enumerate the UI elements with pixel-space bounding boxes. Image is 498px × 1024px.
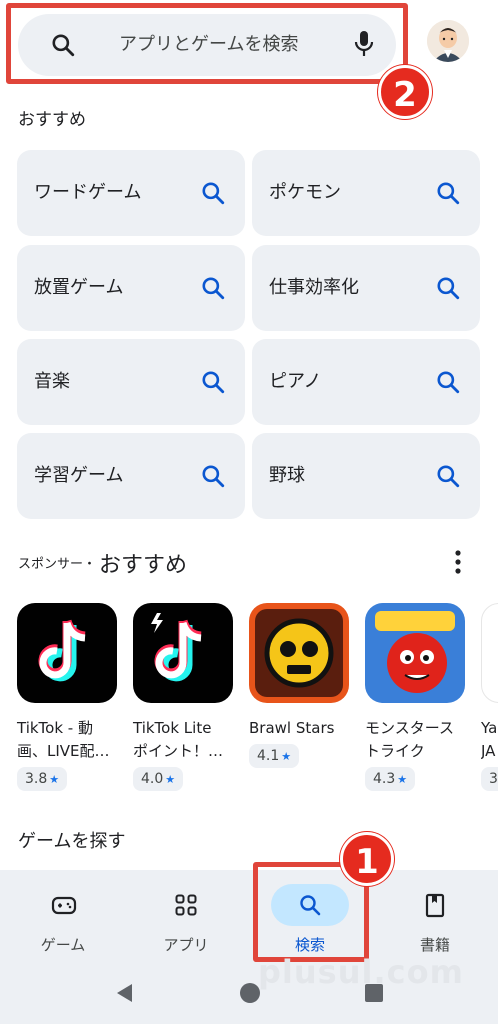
star-icon: ★ [165,773,176,786]
chip-label: ポケモン [269,182,341,203]
apps-grid-icon [175,894,197,916]
nav-apps-pill [147,884,225,926]
nav-games-pill [24,884,102,926]
search-icon [202,465,225,488]
chip-pokemon[interactable]: ポケモン [252,150,480,236]
tiktok-icon [17,603,117,703]
rating-badge: 3.8 ★ [17,767,68,791]
nav-books[interactable]: 書籍 [389,884,481,955]
rating-value: 4.1 [257,748,280,764]
chip-label: ピアノ [269,371,322,392]
app-card-tiktok[interactable]: TikTok - 動 画、LIVE配… 3.8 ★ [17,603,121,791]
chip-label: 学習ゲーム [34,465,124,486]
system-navigation [0,970,498,1024]
app-name: TikTok - 動 画、LIVE配… [17,719,110,760]
rating-badge: 3 [481,767,498,791]
brawl-stars-icon [249,603,349,703]
nav-apps-label: アプリ [163,936,209,954]
gamepad-icon [51,896,77,915]
app-name: Ya JA [481,719,498,760]
annotation-badge-2: 2 [378,65,432,119]
search-icon [202,182,225,205]
annotation-box-search [6,3,408,84]
rating-value: 4.0 [141,771,164,787]
annotation-badge-1: 1 [340,832,394,886]
nav-games[interactable]: ゲーム [17,884,109,955]
chip-label: 放置ゲーム [34,277,124,298]
nav-books-label: 書籍 [419,936,450,954]
nav-games-label: ゲーム [40,936,86,954]
star-icon: ★ [397,773,408,786]
home-icon[interactable] [239,982,261,1004]
chip-label: 仕事効率化 [269,277,359,298]
recommended-heading: おすすめ [18,110,86,130]
search-icon [202,371,225,394]
search-icon [437,371,460,394]
app-name: TikTok Lite ポイント！… [133,719,224,760]
star-icon: ★ [49,773,60,786]
search-icon [437,182,460,205]
recents-icon[interactable] [364,983,384,1003]
app-icon [481,603,498,703]
sponsored-header: スポンサー・ おすすめ [18,545,478,579]
chip-label: 音楽 [34,371,70,392]
explore-games-heading: ゲームを探す [18,831,126,852]
monster-strike-icon [365,603,465,703]
rating-badge: 4.3 ★ [365,767,416,791]
chip-music[interactable]: 音楽 [17,339,245,425]
sponsored-label: スポンサー・ [18,557,97,572]
rating-badge: 4.0 ★ [133,767,184,791]
star-icon: ★ [281,750,292,763]
app-card-tiktok-lite[interactable]: TikTok Lite ポイント！… 4.0 ★ [133,603,237,791]
search-icon [202,277,225,300]
back-icon[interactable] [114,982,134,1004]
rating-badge: 4.1 ★ [249,744,300,768]
chip-label: ワードゲーム [34,182,142,203]
search-icon [437,465,460,488]
more-vert-icon[interactable] [453,549,463,575]
sponsored-title: おすすめ [99,553,188,578]
nav-books-pill [396,884,474,926]
chip-word-game[interactable]: ワードゲーム [17,150,245,236]
chip-piano[interactable]: ピアノ [252,339,480,425]
rating-value: 3.8 [25,771,48,787]
tiktok-lite-icon [133,603,233,703]
app-card-monster-strike[interactable]: モンスタース トライク 4.3 ★ [365,603,469,791]
avatar[interactable] [427,20,469,62]
app-name: Brawl Stars [249,719,335,737]
app-card-partial[interactable]: Ya JA 3 [481,603,498,791]
rating-value: 4.3 [373,771,396,787]
nav-apps[interactable]: アプリ [140,884,232,955]
rating-value: 3 [489,771,498,787]
app-card-brawl-stars[interactable]: Brawl Stars 4.1 ★ [249,603,353,768]
book-icon [425,893,445,918]
chip-baseball[interactable]: 野球 [252,433,480,519]
chip-learning-game[interactable]: 学習ゲーム [17,433,245,519]
chip-productivity[interactable]: 仕事効率化 [252,245,480,331]
chip-idle-game[interactable]: 放置ゲーム [17,245,245,331]
search-icon [437,277,460,300]
chip-label: 野球 [269,465,305,486]
app-name: モンスタース トライク [365,719,454,760]
